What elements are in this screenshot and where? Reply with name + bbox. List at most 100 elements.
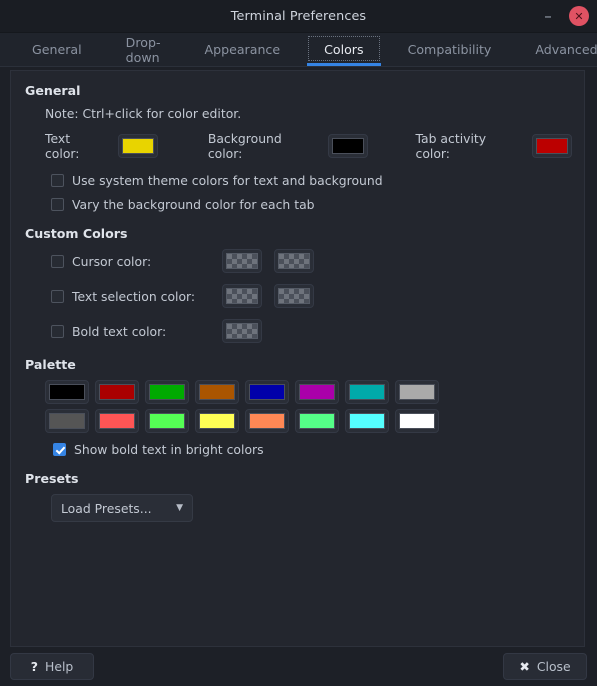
tab-activity-color-label: Tab activity color: xyxy=(415,131,487,161)
palette-color-3-button[interactable] xyxy=(195,380,239,404)
bold-bright-colors-label: Show bold text in bright colors xyxy=(74,442,264,457)
tab-drop-down[interactable]: Drop-down xyxy=(104,33,183,66)
palette-color-7-swatch xyxy=(399,384,435,400)
palette-color-10-button[interactable] xyxy=(145,409,189,433)
system-theme-colors-checkbox-row[interactable]: Use system theme colors for text and bac… xyxy=(51,173,572,188)
tab-active-underline xyxy=(307,63,381,66)
palette-color-5-button[interactable] xyxy=(295,380,339,404)
preferences-tabbar: General Drop-down Appearance Colors Comp… xyxy=(0,33,597,67)
close-x-icon: ✖ xyxy=(519,659,530,674)
tab-activity-color-swatch xyxy=(536,138,568,154)
dialog-footer: ? Help ✖ Close xyxy=(0,647,597,686)
palette-color-9-button[interactable] xyxy=(95,409,139,433)
bold-bright-colors-checkbox-row[interactable]: Show bold text in bright colors xyxy=(53,442,572,457)
tab-activity-color-button[interactable] xyxy=(532,134,572,158)
text-color-label: Text color: xyxy=(45,131,80,161)
load-presets-dropdown[interactable]: Load Presets... ▼ xyxy=(51,494,193,522)
bold-text-color-checkbox[interactable] xyxy=(51,324,64,338)
cursor-foreground-color-button[interactable] xyxy=(274,249,314,273)
palette-color-11-swatch xyxy=(199,413,235,429)
close-button-label: Close xyxy=(536,659,571,674)
tab-advanced[interactable]: Advanced xyxy=(513,33,597,66)
palette-color-4-button[interactable] xyxy=(245,380,289,404)
cursor-color-label: Cursor color: xyxy=(72,253,152,269)
section-heading-general: General xyxy=(25,83,81,98)
window-title: Terminal Preferences xyxy=(230,8,367,24)
palette-color-13-button[interactable] xyxy=(295,409,339,433)
vary-background-label: Vary the background color for each tab xyxy=(72,197,315,212)
tab-label: Compatibility xyxy=(407,42,492,57)
section-heading-custom-colors: Custom Colors xyxy=(25,226,128,241)
palette-color-6-swatch xyxy=(349,384,385,400)
cursor-foreground-color-swatch xyxy=(278,253,310,269)
palette-color-0-button[interactable] xyxy=(45,380,89,404)
section-heading-presets: Presets xyxy=(25,471,79,486)
cursor-background-color-button[interactable] xyxy=(222,249,262,273)
palette-color-14-button[interactable] xyxy=(345,409,389,433)
palette-color-14-swatch xyxy=(349,413,385,429)
tab-label: Advanced xyxy=(535,42,597,57)
text-selection-color-label: Text selection color: xyxy=(72,288,196,304)
palette-color-11-button[interactable] xyxy=(195,409,239,433)
system-theme-colors-label: Use system theme colors for text and bac… xyxy=(72,173,383,188)
palette-color-2-swatch xyxy=(149,384,185,400)
cursor-color-row: Cursor color: xyxy=(51,249,572,273)
palette-color-8-button[interactable] xyxy=(45,409,89,433)
colors-settings-panel: General Note: Ctrl+click for color edito… xyxy=(10,70,585,647)
palette-color-15-swatch xyxy=(399,413,435,429)
tab-colors[interactable]: Colors xyxy=(302,33,385,66)
tab-general[interactable]: General xyxy=(10,33,104,66)
background-color-label: Background color: xyxy=(207,131,282,161)
text-selection-background-color-swatch xyxy=(226,288,258,304)
bold-text-color-button[interactable] xyxy=(222,319,262,343)
palette-row-normal xyxy=(45,380,572,404)
text-selection-color-row: Text selection color: xyxy=(51,284,572,308)
bold-bright-colors-checkbox[interactable] xyxy=(53,443,66,456)
palette-color-5-swatch xyxy=(299,384,335,400)
load-presets-label: Load Presets... xyxy=(61,500,152,516)
bold-text-color-swatch xyxy=(226,323,258,339)
tab-label: Drop-down xyxy=(125,34,161,65)
tab-label: General xyxy=(32,42,82,57)
system-theme-colors-checkbox[interactable] xyxy=(51,174,64,187)
text-color-swatch xyxy=(121,138,154,154)
palette-color-9-swatch xyxy=(99,413,135,429)
text-color-button[interactable] xyxy=(117,134,158,158)
color-buttons-row: Text color: Background color: Tab activi… xyxy=(45,131,572,161)
vary-background-checkbox[interactable] xyxy=(51,198,64,211)
section-heading-palette: Palette xyxy=(25,357,76,372)
palette-color-4-swatch xyxy=(249,384,285,400)
text-selection-foreground-color-swatch xyxy=(278,288,310,304)
window-controls: – ✕ xyxy=(537,0,589,32)
bold-text-color-label: Bold text color: xyxy=(72,323,167,339)
palette-color-3-swatch xyxy=(199,384,235,400)
palette-color-1-button[interactable] xyxy=(95,380,139,404)
palette-color-2-button[interactable] xyxy=(145,380,189,404)
palette-color-15-button[interactable] xyxy=(395,409,439,433)
tab-compatibility[interactable]: Compatibility xyxy=(386,33,514,66)
vary-background-checkbox-row[interactable]: Vary the background color for each tab xyxy=(51,197,572,212)
text-selection-background-color-button[interactable] xyxy=(222,284,262,308)
cursor-background-color-swatch xyxy=(226,253,258,269)
close-button[interactable]: ✖ Close xyxy=(503,653,587,680)
palette-color-0-swatch xyxy=(49,384,85,400)
cursor-color-checkbox[interactable] xyxy=(51,254,64,268)
tab-appearance[interactable]: Appearance xyxy=(182,33,302,66)
background-color-button[interactable] xyxy=(327,134,368,158)
palette-color-7-button[interactable] xyxy=(395,380,439,404)
palette-color-1-swatch xyxy=(99,384,135,400)
bold-text-color-row: Bold text color: xyxy=(51,319,572,343)
palette-color-6-button[interactable] xyxy=(345,380,389,404)
palette-color-12-button[interactable] xyxy=(245,409,289,433)
tab-label: Appearance xyxy=(204,42,281,57)
help-button-label: Help xyxy=(45,659,74,674)
help-button[interactable]: ? Help xyxy=(10,653,94,680)
close-icon[interactable]: ✕ xyxy=(569,6,589,26)
palette-color-12-swatch xyxy=(249,413,285,429)
background-color-swatch xyxy=(331,138,364,154)
text-selection-color-checkbox[interactable] xyxy=(51,289,64,303)
minimize-button[interactable]: – xyxy=(537,5,559,27)
text-selection-foreground-color-button[interactable] xyxy=(274,284,314,308)
palette-color-13-swatch xyxy=(299,413,335,429)
palette-color-8-swatch xyxy=(49,413,85,429)
